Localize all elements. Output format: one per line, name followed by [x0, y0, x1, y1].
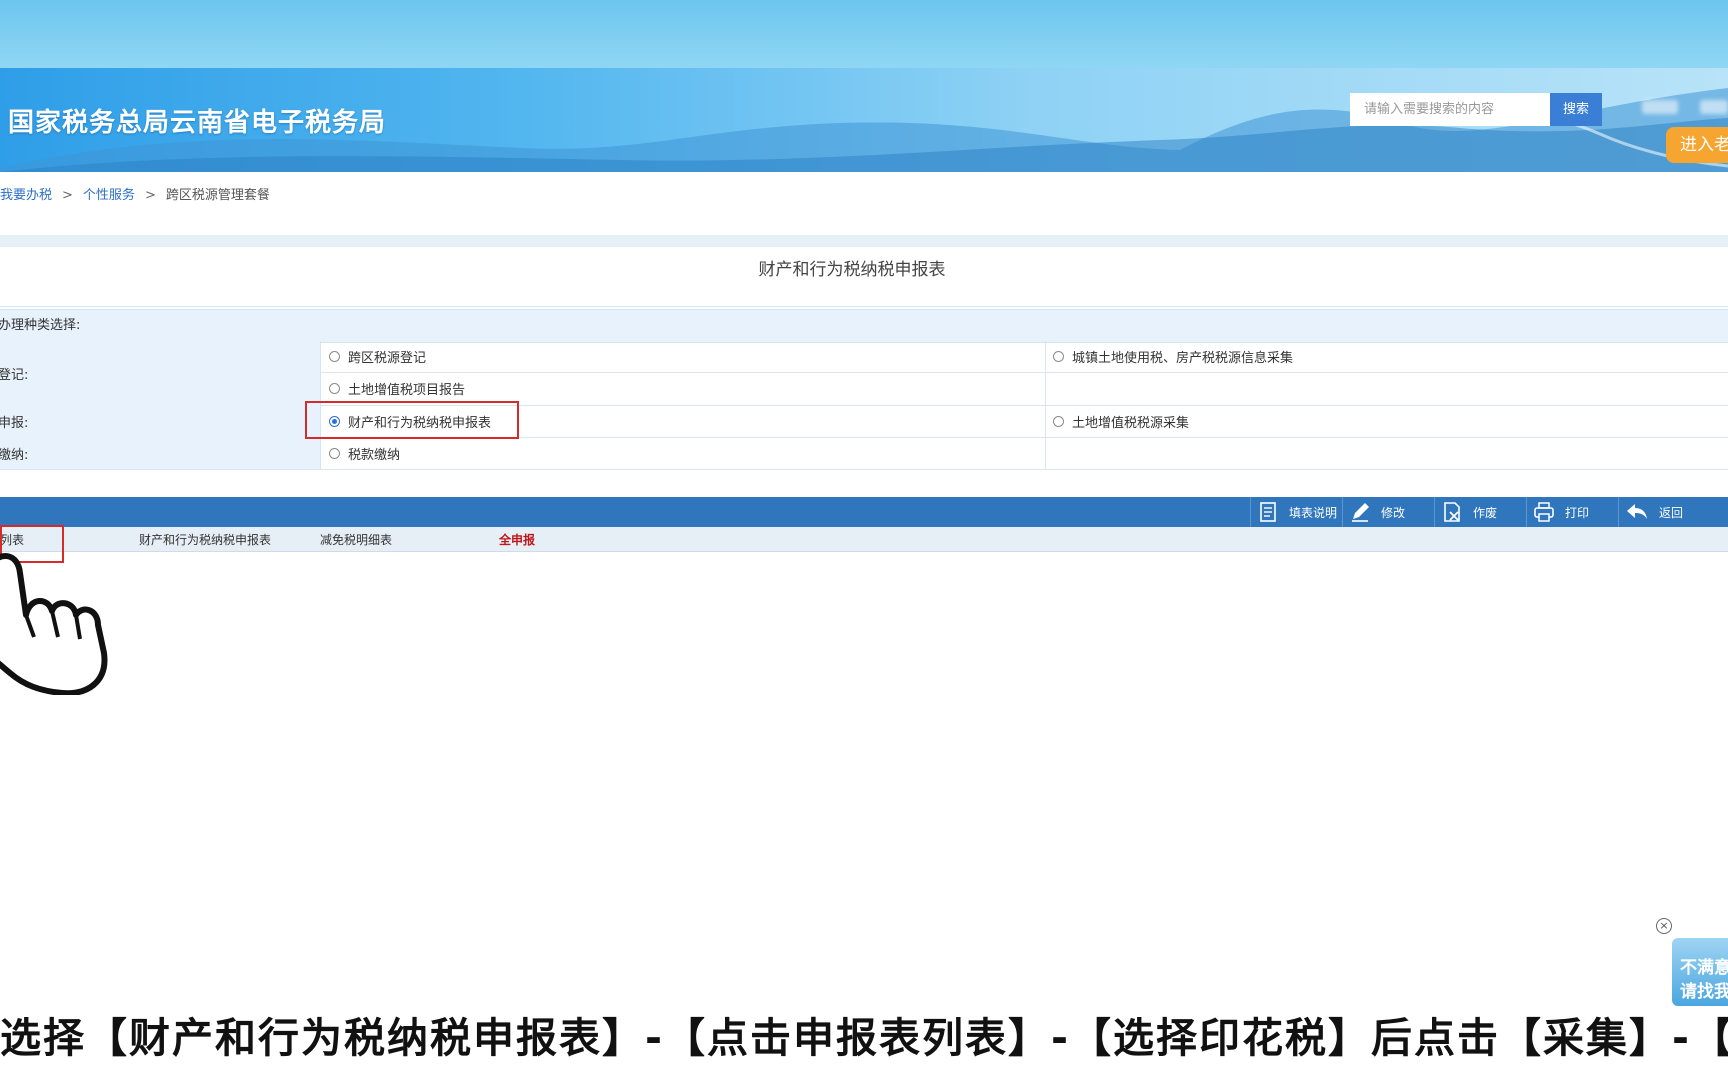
section-label-text: 办理种类选择: — [0, 318, 81, 333]
registration-label: 登记: — [0, 341, 321, 405]
pointing-hand-icon — [0, 553, 108, 695]
toolbar-label: 填表说明 — [1289, 505, 1338, 520]
fill-instructions-button[interactable]: 填表说明 — [1250, 497, 1343, 527]
tab-tax-reduction-detail[interactable]: 减免税明细表 — [320, 531, 392, 548]
option-cross-region-registration[interactable]: 跨区税源登记 — [329, 341, 426, 371]
doc-icon — [1260, 502, 1276, 522]
breadcrumb: 我要办税 > 个性服务 > 跨区税源管理套餐 — [0, 184, 270, 203]
print-button[interactable]: 打印 — [1526, 497, 1619, 527]
site-title: 国家税务总局云南省电子税务局 — [8, 108, 387, 138]
declaration-label: 申报: — [0, 405, 321, 437]
highlight-box — [305, 401, 519, 439]
option-label: 跨区税源登记 — [348, 350, 427, 366]
registration-label-text: 登记: — [0, 367, 29, 383]
tab-property-behavior-declaration[interactable]: 财产和行为税纳税申报表 — [139, 531, 271, 548]
column-divider — [1045, 437, 1046, 469]
payment-label-text: 缴纳: — [0, 447, 29, 463]
column-divider — [1045, 405, 1046, 437]
feedback-line: 不满意 — [1680, 958, 1728, 978]
header-top-strip — [0, 0, 1728, 68]
modify-button[interactable]: 修改 — [1342, 497, 1435, 527]
radio-button[interactable] — [329, 382, 340, 394]
option-label: 税款缴纳 — [348, 447, 401, 463]
column-divider — [1045, 341, 1046, 405]
option-label: 土地增值税税源采集 — [1072, 415, 1190, 431]
registration-row: 登记: 跨区税源登记 城镇土地使用税、房产税税源信息采集 土地增值税项目报告 — [0, 341, 1728, 406]
option-land-property-tax-collection[interactable]: 城镇土地使用税、房产税税源信息采集 — [1053, 341, 1293, 371]
form-title-text: 财产和行为税纳税申报表 — [758, 260, 946, 280]
void-button[interactable]: 作废 — [1434, 497, 1527, 527]
radio-button[interactable] — [329, 350, 340, 362]
payment-label: 缴纳: — [0, 437, 321, 469]
row-divider — [320, 372, 1728, 373]
option-label: 城镇土地使用税、房产税税源信息采集 — [1072, 350, 1294, 366]
void-doc-icon — [1444, 502, 1460, 522]
back-button[interactable]: 返回 — [1618, 497, 1728, 527]
option-land-vat-project-report[interactable]: 土地增值税项目报告 — [329, 373, 465, 403]
search-input[interactable]: 请输入需要搜索的内容 — [1350, 93, 1550, 126]
payment-row: 缴纳: 税款缴纳 — [0, 437, 1728, 470]
breadcrumb-separator: > — [62, 188, 73, 203]
close-icon[interactable]: × — [1656, 918, 1672, 934]
declaration-label-text: 申报: — [0, 415, 29, 431]
back-arrow-icon — [1627, 504, 1647, 519]
action-toolbar: 填表说明 修改 作废 打印 返回 — [0, 497, 1728, 527]
feedback-line: 请找我 — [1680, 982, 1728, 1002]
section-divider — [0, 235, 1728, 247]
radio-button[interactable] — [1053, 350, 1064, 362]
option-label: 土地增值税项目报告 — [348, 382, 466, 398]
toolbar-label: 修改 — [1381, 505, 1406, 520]
tab-full-declaration[interactable]: 全申报 — [499, 531, 535, 548]
toolbar-label: 作废 — [1473, 505, 1498, 520]
breadcrumb-separator: > — [144, 188, 156, 203]
breadcrumb-item-current: 跨区税源管理套餐 — [165, 188, 270, 203]
video-subtitle: 选择【财产和行为税纳税申报表】-【点击申报表列表】-【选择印花税】后点击【采集】… — [0, 1014, 1728, 1062]
radio-button[interactable] — [1053, 415, 1064, 427]
report-subtabs: 列表 财产和行为税纳税申报表 减免税明细表 全申报 — [0, 527, 1728, 552]
toolbar-label: 返回 — [1659, 505, 1684, 520]
option-land-vat-source-collection[interactable]: 土地增值税税源采集 — [1053, 406, 1189, 436]
enter-old-version-button[interactable]: 进入老 — [1666, 127, 1728, 163]
toolbar-label: 打印 — [1565, 505, 1590, 520]
breadcrumb-item-tax-handling[interactable]: 我要办税 — [0, 188, 52, 203]
form-title: 财产和行为税纳税申报表 — [0, 248, 1728, 307]
option-tax-payment[interactable]: 税款缴纳 — [329, 438, 400, 468]
printer-icon — [1534, 502, 1554, 522]
section-label: 办理种类选择: — [0, 309, 1728, 343]
header-link-blurred[interactable] — [1642, 100, 1678, 114]
header-link-blurred[interactable] — [1700, 100, 1728, 114]
declaration-row: 申报: 财产和行为税纳税申报表 土地增值税税源采集 — [0, 405, 1728, 438]
breadcrumb-item-personal-service[interactable]: 个性服务 — [83, 188, 135, 203]
pencil-icon — [1352, 503, 1369, 522]
search-button[interactable]: 搜索 — [1550, 93, 1602, 126]
feedback-widget[interactable]: 不满意 请找我 — [1672, 938, 1728, 1006]
radio-button[interactable] — [329, 447, 340, 459]
